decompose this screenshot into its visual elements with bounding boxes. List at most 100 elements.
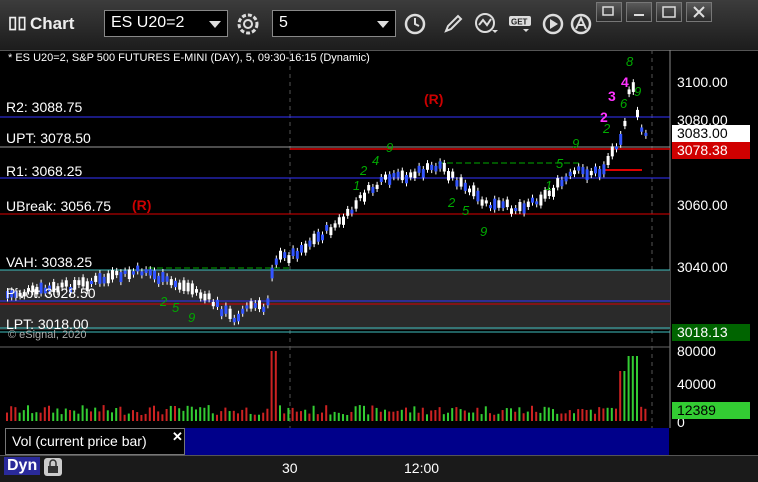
volume-bar	[119, 406, 122, 421]
play-icon[interactable]	[538, 10, 568, 37]
svg-text:6: 6	[620, 96, 628, 111]
volume-bar	[342, 414, 344, 421]
volume-bar	[153, 405, 155, 421]
volume-bar	[644, 408, 647, 421]
volume-bar	[426, 414, 428, 421]
candle	[535, 201, 539, 205]
symbol-input[interactable]: ES U20=2	[104, 10, 228, 37]
volume-bar	[165, 408, 168, 421]
get-icon[interactable]: GET	[506, 10, 536, 37]
maximize-icon[interactable]	[656, 2, 682, 22]
volume-bar	[535, 411, 538, 421]
volume-bar	[10, 406, 13, 421]
candle	[178, 282, 182, 290]
alert-icon[interactable]	[566, 10, 596, 37]
lock-icon[interactable]	[44, 458, 62, 476]
volume-bar	[190, 406, 193, 421]
chart-window: ▯▯ Chart ES U20=2 5 GET 1 2 4 9 2 5 9 1 …	[0, 0, 758, 482]
volume-bar	[232, 410, 235, 421]
chevron-down-icon[interactable]	[377, 21, 389, 28]
volume-bar	[73, 410, 76, 421]
candle	[153, 270, 156, 280]
volume-bar	[489, 413, 491, 421]
svg-text:9: 9	[572, 136, 579, 151]
volume-bar	[266, 408, 269, 421]
volume-bar	[77, 413, 80, 421]
volume-bar	[409, 412, 412, 421]
price-chart[interactable]: 1249 259 159 2 59 2698 234	[0, 50, 758, 455]
candle	[384, 174, 387, 180]
time-axis[interactable]	[0, 455, 758, 482]
volume-bar	[564, 413, 567, 421]
candle	[505, 199, 509, 208]
candle	[619, 133, 623, 145]
volume-bar	[480, 414, 483, 421]
vol-panel-text: Vol (current price bar)	[12, 433, 147, 449]
vol-panel-label[interactable]: Vol (current price bar) ✕	[5, 428, 185, 455]
volume-bar	[350, 411, 353, 421]
candle	[333, 223, 337, 228]
volume-bar	[543, 406, 546, 421]
grip-icon[interactable]: ▯▯	[8, 13, 27, 33]
pencil-icon[interactable]	[438, 10, 468, 37]
svg-text:2: 2	[600, 109, 608, 125]
symbol-value: ES U20=2	[111, 14, 185, 31]
volume-bar	[52, 412, 55, 421]
lpt-price-box: 3018.13	[672, 324, 750, 341]
volume-bar	[48, 405, 50, 421]
candle	[627, 89, 631, 95]
candle	[342, 216, 345, 225]
candle	[237, 313, 240, 322]
minimize-icon[interactable]	[626, 2, 652, 22]
volume-bar	[476, 407, 479, 421]
candle	[610, 146, 614, 157]
svg-text:5: 5	[172, 300, 180, 315]
candle	[245, 305, 249, 309]
volume-bar	[325, 405, 328, 421]
candle	[216, 299, 219, 307]
candle	[325, 224, 329, 231]
volume-bar	[514, 411, 517, 421]
volume-bar	[589, 409, 592, 421]
volume-value-box: 12389	[672, 402, 750, 419]
interval-input[interactable]: 5	[272, 10, 396, 37]
candle	[367, 185, 371, 191]
chevron-down-icon[interactable]	[209, 21, 221, 28]
candle	[186, 282, 190, 292]
candle	[115, 270, 119, 276]
candle	[522, 203, 526, 214]
svg-text:8: 8	[626, 54, 634, 69]
volume-bar	[459, 409, 462, 421]
candle	[417, 165, 421, 173]
volume-bar	[539, 412, 542, 421]
volume-bar	[598, 407, 601, 421]
candle	[472, 185, 476, 197]
volume-bar	[497, 413, 500, 421]
candle	[119, 272, 123, 283]
clock-icon[interactable]	[400, 10, 430, 37]
volume-bar	[493, 414, 496, 421]
close-panel-icon[interactable]: ✕	[172, 429, 183, 445]
volume-bar	[321, 412, 323, 421]
indicator-icon[interactable]	[472, 10, 502, 37]
restore-icon[interactable]	[596, 2, 622, 22]
candle	[409, 172, 413, 178]
volume-bar	[619, 371, 622, 421]
close-icon[interactable]	[686, 2, 712, 22]
level-vah: VAH: 3038.25	[6, 254, 93, 270]
volume-bar	[262, 412, 265, 421]
volume-bar	[379, 411, 382, 421]
candle	[190, 283, 194, 295]
settings-icon[interactable]	[233, 10, 263, 37]
candle	[283, 252, 287, 259]
volume-bar	[577, 409, 580, 421]
dyn-button[interactable]: Dyn	[4, 457, 41, 475]
volume-bar	[295, 411, 298, 421]
candle	[568, 171, 572, 177]
candle	[316, 231, 320, 242]
candle	[346, 208, 350, 216]
volume-bar	[375, 407, 378, 421]
candle	[636, 109, 639, 118]
candle	[232, 317, 236, 323]
candle	[144, 269, 148, 273]
